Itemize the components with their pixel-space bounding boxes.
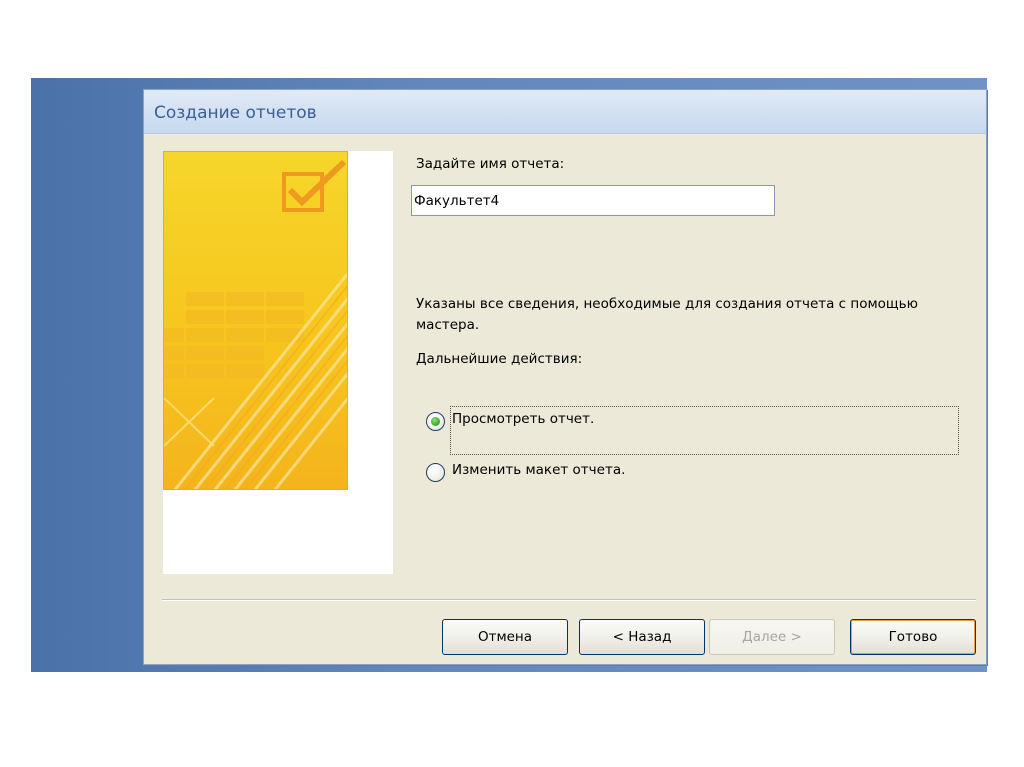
finish-button[interactable]: Готово	[850, 619, 976, 655]
cancel-button[interactable]: Отмена	[442, 619, 568, 655]
report-wizard-dialog: Создание отчетов Задайте имя отчета: Фак…	[143, 89, 987, 665]
radio-preview-report[interactable]	[426, 412, 445, 431]
option-label: Просмотреть отчет.	[452, 411, 595, 427]
info-text: Указаны все сведения, необходимые для со…	[416, 296, 918, 333]
next-actions-label: Дальнейшие действия:	[416, 351, 583, 367]
report-wizard-illustration	[163, 151, 348, 490]
back-button[interactable]: < Назад	[579, 619, 705, 655]
report-name-input[interactable]	[411, 185, 775, 216]
report-name-label: Задайте имя отчета:	[416, 156, 565, 172]
dialog-title: Создание отчетов	[154, 103, 317, 123]
option-label: Изменить макет отчета.	[452, 462, 626, 478]
title-bar[interactable]: Создание отчетов	[144, 90, 986, 134]
next-button[interactable]: Далее >	[709, 619, 835, 655]
radio-modify-layout[interactable]	[426, 463, 445, 482]
button-separator	[162, 599, 976, 601]
wizard-side-panel	[163, 151, 393, 574]
